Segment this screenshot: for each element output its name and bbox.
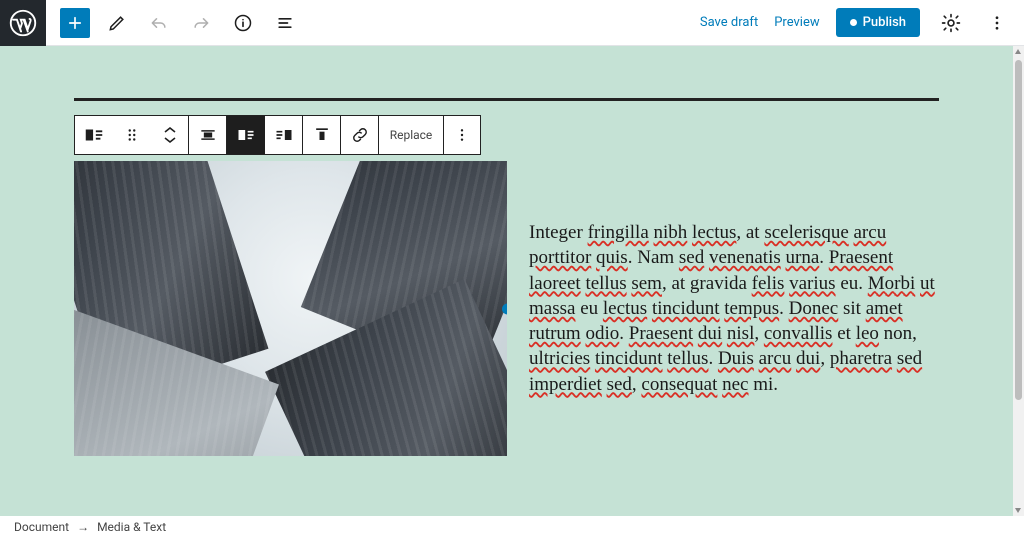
wordpress-icon [9, 9, 37, 37]
kebab-icon [988, 14, 1006, 32]
vertical-align-button[interactable] [303, 116, 341, 154]
media-right-button[interactable] [265, 116, 303, 154]
kebab-icon [454, 127, 470, 143]
publish-label: Publish [863, 15, 906, 30]
media-left-button[interactable] [227, 116, 265, 154]
replace-button[interactable]: Replace [379, 116, 444, 154]
block-type-button[interactable] [75, 116, 113, 154]
wordpress-logo[interactable] [0, 0, 46, 46]
settings-button[interactable] [936, 8, 966, 38]
editor-canvas: Replace Integer fringilla nibh lectus, a… [0, 46, 1013, 516]
more-button[interactable] [982, 8, 1012, 38]
post-content: Replace Integer fringilla nibh lectus, a… [74, 46, 939, 456]
status-dot-icon [850, 19, 857, 26]
save-draft-button[interactable]: Save draft [700, 15, 758, 30]
redo-button[interactable] [186, 8, 216, 38]
block-mover[interactable] [151, 116, 189, 154]
media-area[interactable] [74, 161, 507, 456]
link-button[interactable] [341, 116, 379, 154]
vertical-scrollbar[interactable] [1013, 46, 1024, 516]
top-left-tools [60, 8, 300, 38]
info-icon [233, 13, 253, 33]
change-alignment-button[interactable] [189, 116, 227, 154]
block-breadcrumb: Document → Media & Text [14, 520, 166, 534]
breadcrumb-root[interactable]: Document [14, 520, 69, 534]
align-icon [198, 125, 218, 145]
outline-button[interactable] [270, 8, 300, 38]
undo-icon [149, 13, 169, 33]
plus-icon [66, 14, 84, 32]
block-toolbar: Replace [74, 115, 481, 155]
media-text-icon [83, 124, 105, 146]
drag-icon [123, 126, 141, 144]
redo-icon [191, 13, 211, 33]
media-right-icon [274, 125, 294, 145]
link-icon [350, 125, 370, 145]
breadcrumb-separator-icon: → [77, 520, 89, 534]
pencil-icon [107, 13, 127, 33]
valign-top-icon [312, 125, 332, 145]
block-more-button[interactable] [444, 116, 480, 154]
resize-handle[interactable] [502, 303, 507, 314]
publish-button[interactable]: Publish [836, 8, 920, 37]
media-text-block[interactable]: Integer fringilla nibh lectus, at sceler… [74, 161, 939, 456]
edit-mode-button[interactable] [102, 8, 132, 38]
separator-block[interactable] [74, 98, 939, 101]
info-button[interactable] [228, 8, 258, 38]
chevron-up-icon [164, 126, 176, 134]
scrollbar-thumb[interactable] [1015, 60, 1022, 400]
breadcrumb-current[interactable]: Media & Text [97, 520, 166, 534]
undo-button[interactable] [144, 8, 174, 38]
top-right-tools: Save draft Preview Publish [700, 8, 1024, 38]
editor-top-bar: Save draft Preview Publish [0, 0, 1024, 46]
media-left-icon [236, 125, 256, 145]
chevron-down-icon [164, 136, 176, 144]
add-block-button[interactable] [60, 8, 90, 38]
list-icon [275, 13, 295, 33]
gear-icon [940, 12, 962, 34]
paragraph-block[interactable]: Integer fringilla nibh lectus, at sceler… [529, 220, 939, 397]
preview-button[interactable]: Preview [774, 15, 819, 30]
drag-handle[interactable] [113, 116, 151, 154]
text-area[interactable]: Integer fringilla nibh lectus, at sceler… [507, 161, 939, 456]
